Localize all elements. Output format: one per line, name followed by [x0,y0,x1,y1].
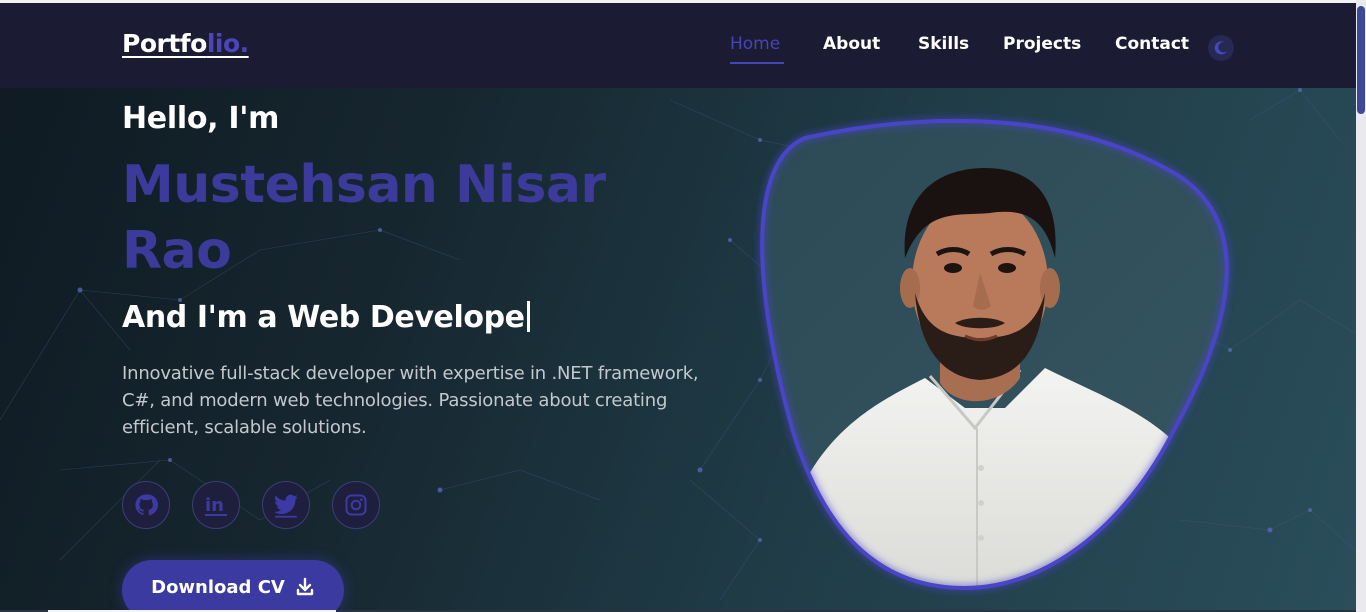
active-nav-underline [730,62,784,64]
greeting: Hello, I'm [122,101,280,136]
logo[interactable]: Portfolio. [122,29,249,58]
profile-photo [760,118,1229,591]
nav-projects[interactable]: Projects [1003,34,1081,54]
twitter-icon[interactable] [262,481,310,529]
hero-role: And I'm a Web Develope [122,300,530,335]
site-header: Portfolio. Home About Skills Projects Co… [0,3,1356,88]
github-icon[interactable] [122,481,170,529]
nav-skills[interactable]: Skills [918,34,969,54]
nav-home[interactable]: Home [730,34,780,54]
linkedin-icon[interactable]: in [192,481,240,529]
logo-main: Portfo [122,29,207,58]
logo-accent: lio. [206,29,249,58]
theme-toggle-button[interactable] [1208,35,1234,61]
hero-name: Mustehsan Nisar Rao [122,155,606,281]
scrollbar[interactable] [1356,0,1366,612]
download-cv-button[interactable]: Download CV [122,560,344,612]
scrollbar-thumb[interactable] [1357,6,1365,114]
role-text: And I'm a Web Develope [122,300,525,335]
svg-text:in: in [205,495,224,516]
nav-about[interactable]: About [823,34,880,54]
typing-caret [526,301,530,332]
hero-section: Hello, I'm Mustehsan Nisar Rao And I'm a… [0,0,1366,612]
moon-icon [1214,41,1227,55]
download-icon [295,577,315,602]
nav-contact[interactable]: Contact [1115,34,1189,54]
instagram-icon[interactable] [332,481,380,529]
hero-description: Innovative full-stack developer with exp… [122,363,699,438]
download-cv-label: Download CV [151,577,285,598]
